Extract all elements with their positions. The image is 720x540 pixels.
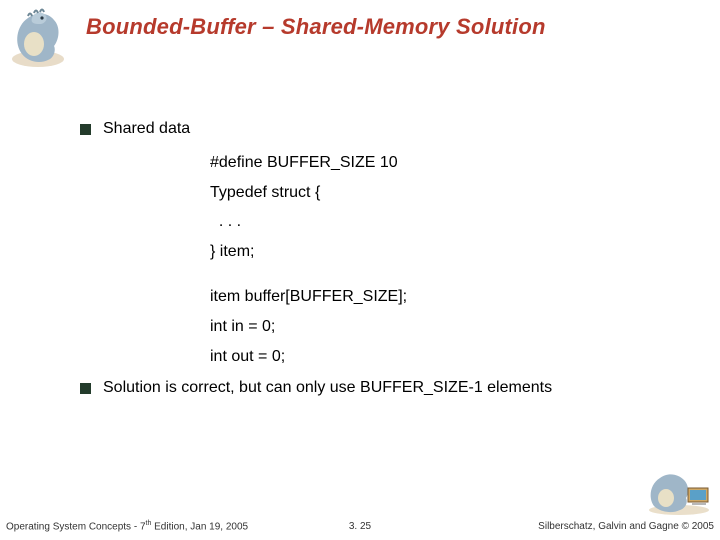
code-blank-line [210, 266, 690, 282]
footer-text: Edition, Jan 19, 2005 [151, 521, 248, 532]
square-bullet-icon [80, 124, 91, 135]
bullet-item: Solution is correct, but can only use BU… [80, 379, 690, 397]
slide-title: Bounded-Buffer – Shared-Memory Solution [86, 14, 700, 40]
code-line: Typedef struct { [210, 178, 690, 208]
slide-footer: Operating System Concepts - 7th Edition,… [0, 510, 720, 540]
dinosaur-mascot-small-icon [644, 468, 714, 516]
bullet-text: Shared data [103, 120, 190, 138]
copyright-text: © 2005 [682, 521, 714, 532]
code-block: #define BUFFER_SIZE 10 Typedef struct { … [210, 148, 690, 371]
footer-left: Operating System Concepts - 7th Edition,… [6, 520, 248, 532]
code-line: int in = 0; [210, 312, 690, 342]
code-line: . . . [210, 207, 690, 237]
slide-body: Shared data #define BUFFER_SIZE 10 Typed… [80, 120, 690, 407]
footer-right: Silberschatz, Galvin and Gagne © 2005 [538, 521, 714, 532]
code-line: item buffer[BUFFER_SIZE]; [210, 282, 690, 312]
code-line: } item; [210, 237, 690, 267]
square-bullet-icon [80, 383, 91, 394]
dinosaur-mascot-icon [8, 4, 68, 70]
code-line: #define BUFFER_SIZE 10 [210, 148, 690, 178]
footer-text: Silberschatz, Galvin and Gagne [538, 521, 681, 532]
bullet-text: Solution is correct, but can only use BU… [103, 379, 552, 397]
code-line: int out = 0; [210, 342, 690, 372]
slide-number: 3. 25 [349, 521, 371, 532]
footer-text: Operating System Concepts - 7 [6, 521, 146, 532]
bullet-item: Shared data [80, 120, 690, 138]
slide: Bounded-Buffer – Shared-Memory Solution … [0, 0, 720, 540]
